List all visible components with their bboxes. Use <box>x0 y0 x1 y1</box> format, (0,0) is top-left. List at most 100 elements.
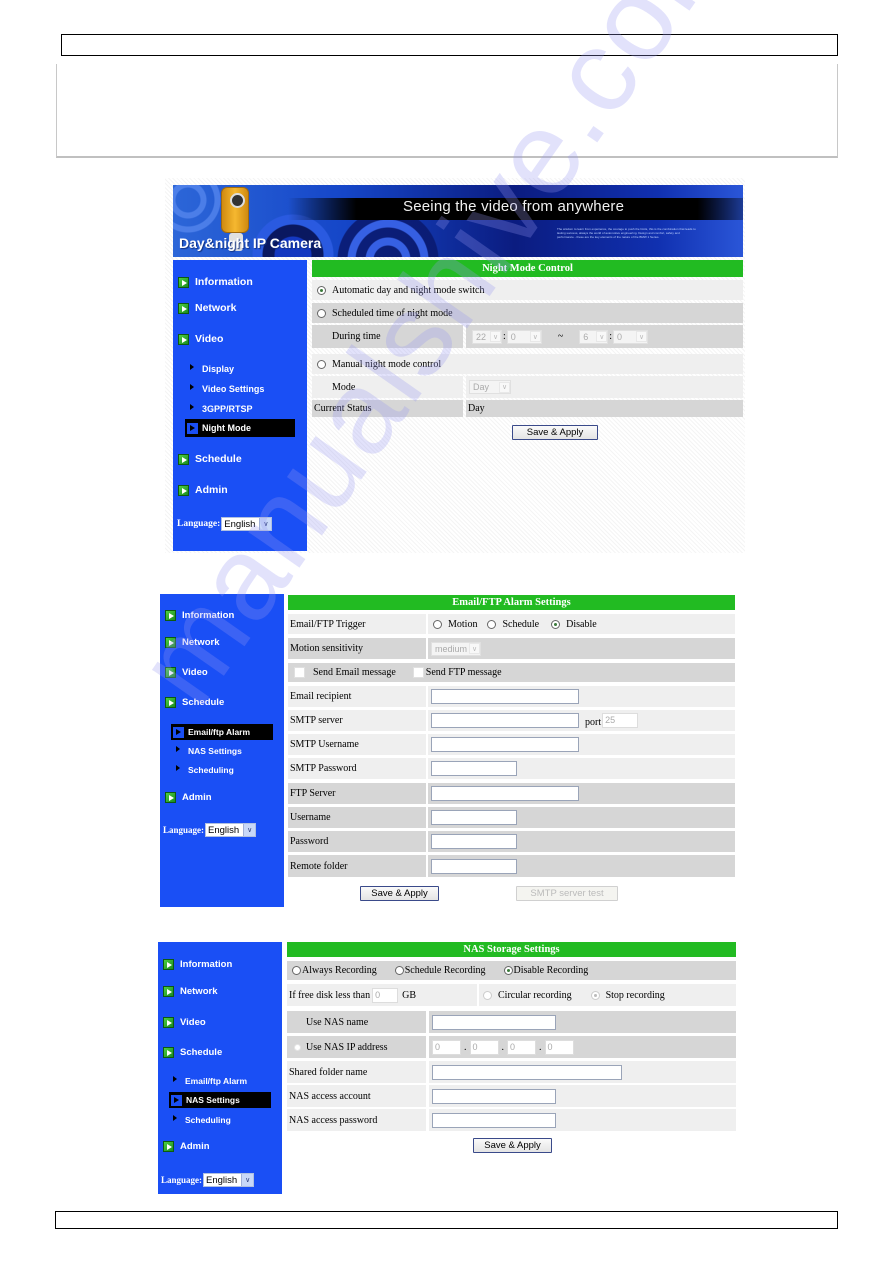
ftp-server-input[interactable] <box>431 786 579 801</box>
remote-folder-input[interactable] <box>431 858 517 874</box>
nas-password-label: NAS access password <box>289 1114 378 1126</box>
start-minute-select[interactable]: 0 ∨ <box>506 329 542 344</box>
nav-schedule[interactable]: Schedule <box>163 1047 222 1058</box>
language-value: English <box>224 518 256 530</box>
language-select[interactable]: English ∨ <box>205 823 257 837</box>
ip-octet-1-input[interactable]: 0 <box>432 1039 461 1055</box>
nav-display[interactable]: Display <box>190 364 234 374</box>
trigger-disable-radio[interactable] <box>551 619 561 629</box>
send-email-checkbox[interactable] <box>294 667 305 678</box>
nav-network[interactable]: Network <box>165 637 219 648</box>
nav-video[interactable]: Video <box>163 1017 206 1028</box>
recording-mode-row: Always Recording Schedule Recording Disa… <box>287 961 736 980</box>
trigger-motion-radio[interactable] <box>433 619 442 629</box>
smtp-username-label-cell: SMTP Username <box>288 734 426 755</box>
nav-night-mode[interactable]: Night Mode <box>185 419 295 437</box>
always-recording-radio[interactable] <box>292 966 301 975</box>
mode-select[interactable]: Day ∨ <box>469 380 512 394</box>
language-select[interactable]: English ∨ <box>203 1173 255 1187</box>
sensitivity-label: Motion sensitivity <box>290 643 364 654</box>
email-recipient-cell <box>428 686 735 707</box>
nav-schedule[interactable]: Schedule <box>165 697 224 708</box>
disable-recording-radio[interactable] <box>503 966 513 975</box>
smtp-server-label-cell: SMTP server <box>288 710 426 731</box>
ip-octet-3-input[interactable]: 0 <box>507 1039 536 1055</box>
port-input[interactable]: 25 <box>602 713 639 728</box>
nav-video[interactable]: Video <box>165 667 208 678</box>
smtp-server-input[interactable] <box>431 713 579 728</box>
manual-mode-label: Manual night mode control <box>332 358 442 370</box>
nas-account-input[interactable] <box>432 1088 556 1104</box>
stop-recording-radio[interactable] <box>590 990 600 1000</box>
nav-network[interactable]: Network <box>163 986 217 997</box>
nav-information[interactable]: Information <box>165 610 234 621</box>
trigger-option-label: Disable <box>566 618 597 630</box>
nas-password-input[interactable] <box>432 1112 556 1128</box>
use-nas-ip-radio[interactable] <box>294 1043 301 1051</box>
shared-folder-input[interactable] <box>432 1064 622 1080</box>
circular-recording-radio[interactable] <box>483 990 492 1000</box>
nav-admin[interactable]: Admin <box>178 484 228 496</box>
nav-label: Scheduling <box>188 765 234 775</box>
free-disk-input[interactable]: 0 <box>372 987 399 1003</box>
save-apply-button[interactable]: Save & Apply <box>473 1138 552 1153</box>
panel-title: Night Mode Control <box>312 260 743 277</box>
nav-network[interactable]: Network <box>178 302 236 314</box>
ip-octet-4-input[interactable]: 0 <box>544 1039 574 1055</box>
nav-admin[interactable]: Admin <box>163 1141 210 1152</box>
sensitivity-label-cell: Motion sensitivity <box>288 638 426 659</box>
chevron-down-icon: ∨ <box>529 331 541 342</box>
triangle-icon <box>190 384 194 390</box>
nav-label: Schedule <box>182 697 225 708</box>
nav-information[interactable]: Information <box>163 959 232 970</box>
nav-video[interactable]: Video <box>178 333 223 345</box>
auto-mode-radio[interactable] <box>317 285 326 295</box>
mode-label-cell: Mode <box>312 376 463 398</box>
nav-3gpp-rtsp[interactable]: 3GPP/RTSP <box>190 404 253 414</box>
nav-email-ftp-alarm[interactable]: Email/ftp Alarm <box>173 1076 247 1086</box>
smtp-server-test-button[interactable]: SMTP server test <box>516 886 618 901</box>
trigger-schedule-radio[interactable] <box>487 619 497 629</box>
chevron-down-icon: ∨ <box>243 824 256 836</box>
language-value: English <box>206 1174 238 1186</box>
mode-value: Day <box>473 382 490 392</box>
username-input[interactable] <box>431 810 517 825</box>
nav-label: Admin <box>195 484 228 496</box>
ip-octet-2-input[interactable]: 0 <box>469 1039 499 1055</box>
auto-mode-row: Automatic day and night mode switch <box>312 280 743 300</box>
nav-email-ftp-alarm[interactable]: Email/ftp Alarm <box>171 724 273 740</box>
camera-image <box>221 187 249 233</box>
recording-option-label: Disable Recording <box>513 965 589 976</box>
nav-scheduling[interactable]: Scheduling <box>173 1115 231 1125</box>
schedule-recording-radio[interactable] <box>394 966 404 975</box>
start-hour-select[interactable]: 22 ∨ <box>472 329 503 344</box>
manual-mode-radio[interactable] <box>317 359 326 369</box>
nav-nas-settings[interactable]: NAS Settings <box>169 1092 271 1108</box>
smtp-username-input[interactable] <box>431 737 579 752</box>
triangle-icon <box>176 746 180 752</box>
nav-label: Network <box>182 637 220 648</box>
language-label: Language: <box>163 825 205 835</box>
triangle-icon <box>176 765 180 771</box>
save-apply-button[interactable]: Save & Apply <box>512 425 598 440</box>
end-hour-select[interactable]: 6 ∨ <box>579 329 609 344</box>
smtp-password-input[interactable] <box>431 761 517 776</box>
sensitivity-select[interactable]: medium ∨ <box>431 641 482 656</box>
nav-schedule[interactable]: Schedule <box>178 453 242 465</box>
nav-nas-settings[interactable]: NAS Settings <box>176 746 242 756</box>
end-minute-select[interactable]: 0 ∨ <box>613 329 649 344</box>
password-input[interactable] <box>431 834 517 849</box>
send-ftp-checkbox[interactable] <box>412 667 424 678</box>
nav-video-settings[interactable]: Video Settings <box>190 384 264 394</box>
email-recipient-input[interactable] <box>431 689 579 704</box>
nav-information[interactable]: Information <box>178 276 253 288</box>
nas-name-input[interactable] <box>432 1014 556 1030</box>
green-arrow-icon <box>178 302 189 314</box>
save-apply-button[interactable]: Save & Apply <box>360 886 439 901</box>
language-select[interactable]: English ∨ <box>221 517 273 531</box>
nav-scheduling[interactable]: Scheduling <box>176 765 234 775</box>
stop-recording-label: Stop recording <box>605 989 665 1001</box>
scheduled-mode-radio[interactable] <box>317 308 326 318</box>
nav-admin[interactable]: Admin <box>165 792 212 803</box>
scheduled-mode-label: Scheduled time of night mode <box>332 307 453 319</box>
